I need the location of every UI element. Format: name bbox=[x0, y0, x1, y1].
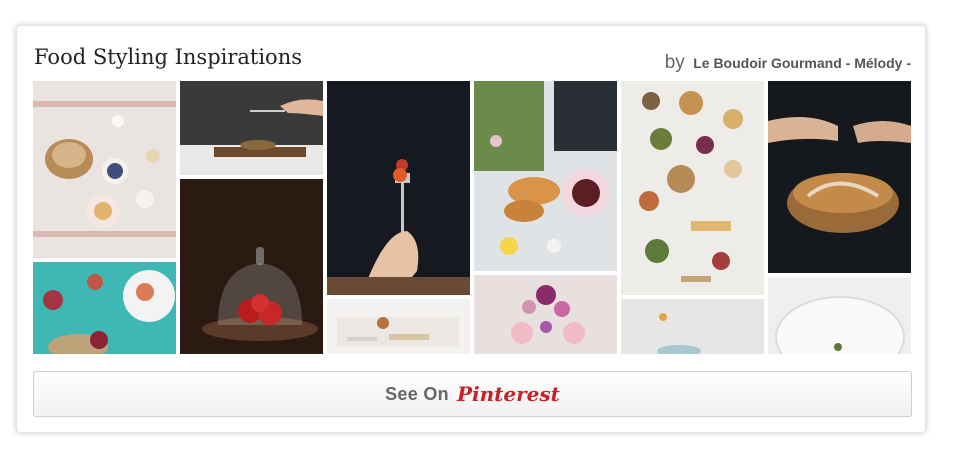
see-on-label: See On bbox=[385, 383, 449, 404]
pin-column bbox=[180, 81, 323, 354]
pin-column bbox=[768, 81, 911, 354]
pin-column bbox=[327, 81, 470, 354]
pinterest-logo-icon: Pinterest bbox=[456, 382, 560, 406]
pin-pomegranate-teal[interactable] bbox=[33, 262, 176, 354]
pin-cake-dome-dark[interactable] bbox=[180, 179, 323, 354]
by-label: by bbox=[664, 52, 685, 73]
pin-tapas-overhead[interactable] bbox=[621, 81, 764, 295]
pinterest-board-widget: Food Styling Inspirations by Le Boudoir … bbox=[16, 25, 926, 433]
pin-column bbox=[474, 81, 617, 354]
pin-croissants-flowers[interactable] bbox=[474, 81, 617, 271]
pin-letter-biscuits[interactable] bbox=[327, 299, 470, 354]
board-byline: by Le Boudoir Gourmand - Mélody - bbox=[665, 52, 911, 74]
pin-pink-plates-flowers[interactable] bbox=[474, 275, 617, 354]
pin-grid bbox=[33, 81, 912, 354]
pin-hand-cutting-board[interactable] bbox=[180, 81, 323, 175]
pin-column bbox=[33, 81, 176, 354]
board-title[interactable]: Food Styling Inspirations bbox=[34, 45, 302, 69]
pin-column bbox=[621, 81, 764, 354]
pin-pie-hands[interactable] bbox=[768, 81, 911, 273]
see-on-pinterest-button[interactable]: See On Pinterest bbox=[33, 371, 912, 417]
pin-cups-light[interactable] bbox=[621, 299, 764, 354]
pin-white-bowl[interactable] bbox=[768, 277, 911, 354]
pin-bread-breakfast-table[interactable] bbox=[33, 81, 176, 258]
author-link[interactable]: Le Boudoir Gourmand - Mélody - bbox=[693, 55, 911, 71]
pin-fork-dark-background[interactable] bbox=[327, 81, 470, 295]
